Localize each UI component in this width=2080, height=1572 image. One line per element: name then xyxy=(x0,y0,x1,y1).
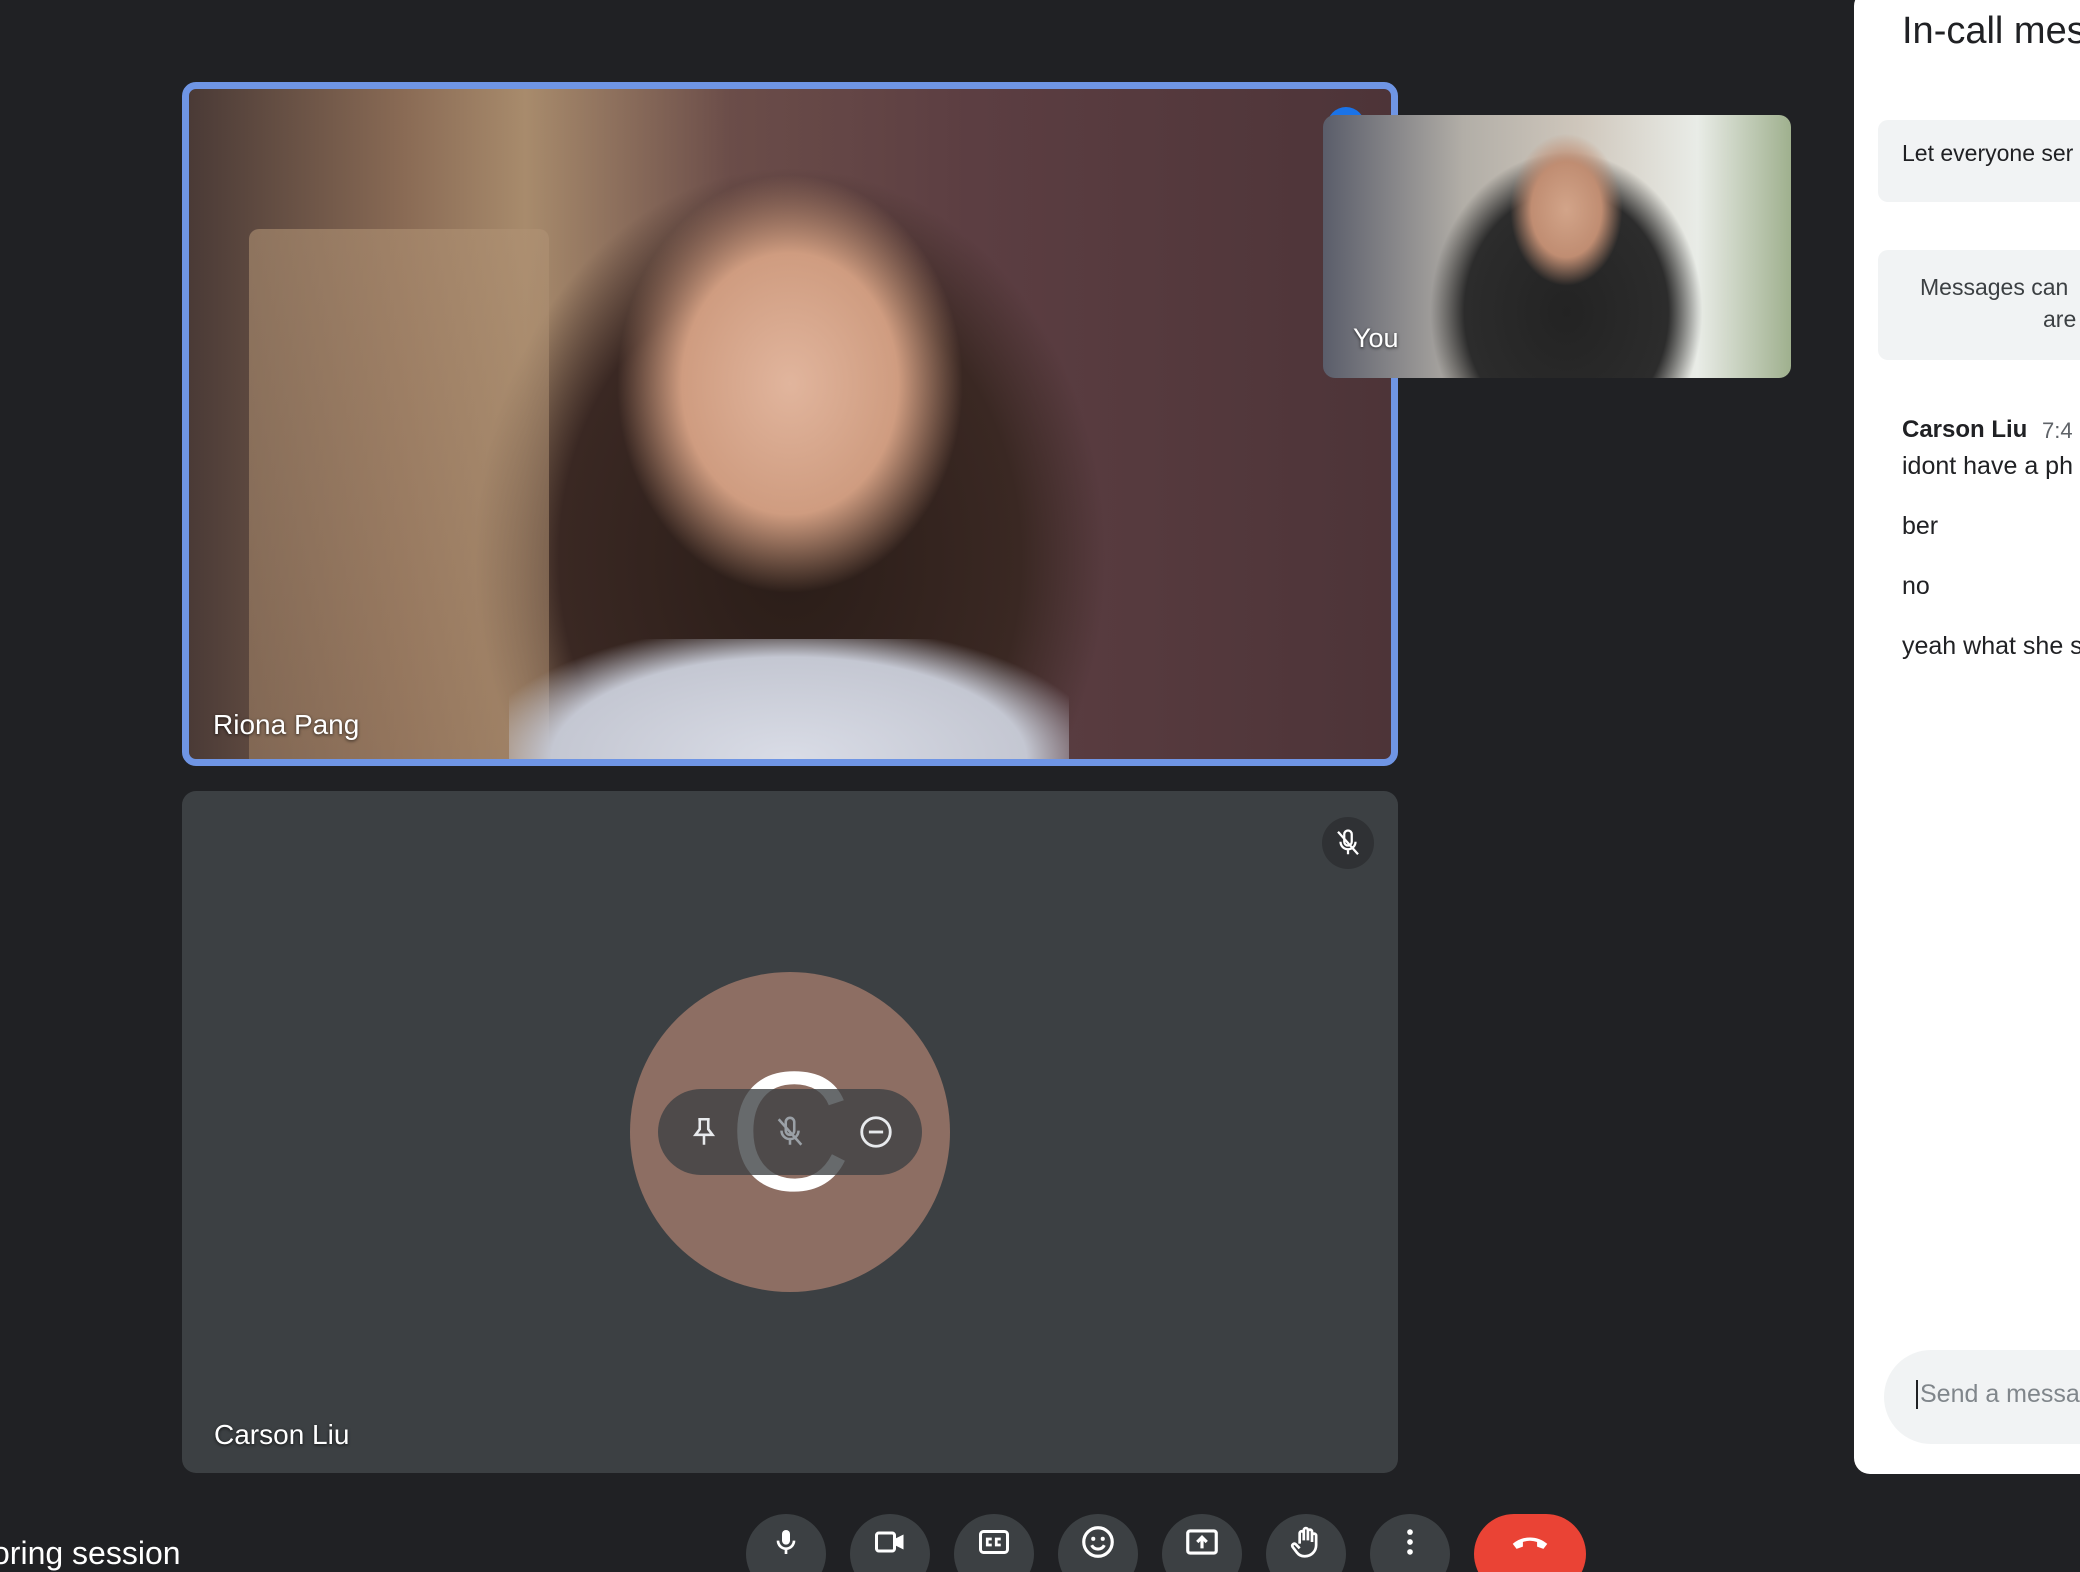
background-board xyxy=(249,229,549,759)
remove-participant-button[interactable] xyxy=(852,1108,900,1156)
chat-info-line-1: Messages can xyxy=(1920,274,2069,300)
participant-name: You xyxy=(1353,323,1399,353)
end-call-button[interactable] xyxy=(1474,1514,1586,1572)
emoji-reactions-button[interactable] xyxy=(1058,1514,1138,1572)
chat-message: yeah what she s xyxy=(1902,632,2080,660)
participant-video xyxy=(509,639,1069,759)
emoji-smile-icon xyxy=(1082,1526,1114,1558)
message-timestamp: 7:4 xyxy=(2042,418,2073,443)
meet-stage: Riona Pang You Carson Liu oring session … xyxy=(0,0,2080,1572)
mic-off-icon xyxy=(1337,829,1359,855)
video-tile-riona-pang[interactable]: Riona Pang xyxy=(182,82,1398,766)
raise-hand-button[interactable] xyxy=(1266,1514,1346,1572)
chat-message-input[interactable]: Send a messa xyxy=(1884,1350,2080,1444)
mic-off-icon xyxy=(777,1116,803,1146)
chat-info-line-2: are xyxy=(2043,306,2077,332)
chat-info-notice: Messages can are xyxy=(1878,250,2080,360)
captions-button[interactable] xyxy=(954,1514,1034,1572)
participant-name: Riona Pang xyxy=(213,709,360,740)
closed-captions-icon xyxy=(979,1530,1009,1554)
chat-permission-label: Let everyone ser xyxy=(1902,140,2074,166)
meeting-title: oring session xyxy=(0,1535,181,1571)
chat-panel: In-call mes Let everyone ser Messages ca… xyxy=(1854,0,2080,1474)
chat-panel-title: In-call mes xyxy=(1902,10,2080,52)
chat-permission-toggle[interactable]: Let everyone ser xyxy=(1878,120,2080,202)
chat-input-placeholder: Send a messa xyxy=(1916,1380,2080,1409)
muted-indicator xyxy=(1322,817,1374,869)
phone-hangup-icon xyxy=(1512,1537,1548,1549)
video-camera-icon xyxy=(875,1531,904,1553)
raise-hand-icon xyxy=(1290,1526,1318,1558)
participant-name: Carson Liu xyxy=(214,1419,350,1450)
video-tile-carson-liu[interactable]: C Carson Liu xyxy=(182,791,1398,1473)
chat-message: idont have a ph xyxy=(1902,452,2073,480)
chat-message: ber xyxy=(1902,512,1939,540)
message-sender: Carson Liu xyxy=(1902,416,2028,443)
pin-button[interactable] xyxy=(680,1108,728,1156)
more-vert-icon xyxy=(1407,1529,1413,1555)
tile-hover-controls xyxy=(658,1089,922,1175)
mic-icon xyxy=(776,1530,796,1554)
mic-button[interactable] xyxy=(746,1514,826,1572)
present-screen-icon xyxy=(1186,1529,1218,1555)
video-tile-self[interactable]: You xyxy=(1323,115,1791,378)
mute-participant-button[interactable] xyxy=(766,1108,814,1156)
present-screen-button[interactable] xyxy=(1162,1514,1242,1572)
more-options-button[interactable] xyxy=(1370,1514,1450,1572)
chat-message: no xyxy=(1902,572,1930,600)
remove-circle-icon xyxy=(860,1116,892,1148)
camera-button[interactable] xyxy=(850,1514,930,1572)
pin-icon xyxy=(692,1117,716,1145)
